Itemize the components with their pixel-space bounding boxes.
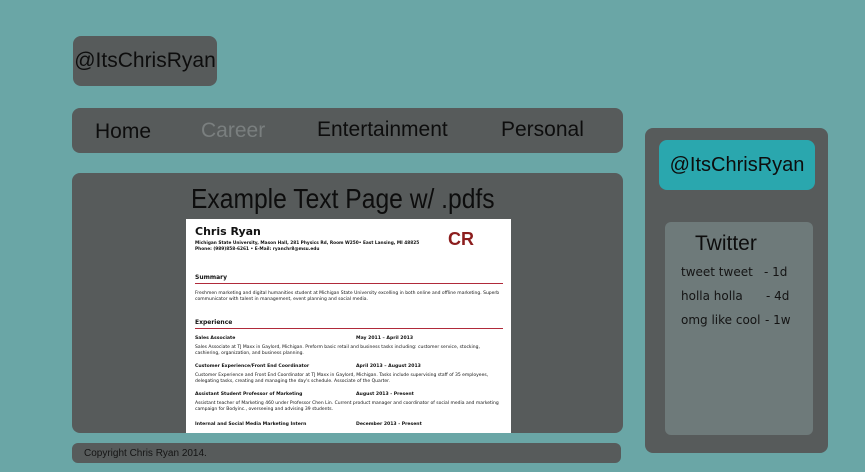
twitter-handle-button[interactable]: @ItsChrisRyan <box>659 140 815 190</box>
job-description: Sales Associate at TJ Maxx in Gaylord, M… <box>195 345 480 356</box>
job-description: Customer Experience and Front End Coordi… <box>195 373 489 384</box>
tweet-text: omg like cool <box>681 313 761 327</box>
resume-address: Michigan State University, Mason Hall, 2… <box>195 241 420 252</box>
tweet-age: - 4d <box>766 289 790 303</box>
job-dates: August 2013 - Present <box>356 392 414 397</box>
main-nav: Home Career Entertainment Personal <box>72 108 623 153</box>
job-dates: December 2013 - Present <box>356 422 422 427</box>
nav-career[interactable]: Career <box>201 119 265 143</box>
job-description: Assistant teacher of Marketing 460 under… <box>195 401 499 412</box>
resume-summary-heading: Summary <box>195 274 228 281</box>
job-dates: April 2013 – August 2013 <box>356 364 421 369</box>
logo-text: @ItsChrisRyan <box>74 49 216 72</box>
resume-divider <box>195 328 503 329</box>
twitter-feed-title: Twitter <box>695 232 757 255</box>
site-logo[interactable]: @ItsChrisRyan <box>73 36 217 86</box>
resume-monogram: CR <box>448 229 474 249</box>
footer: Copyright Chris Ryan 2014. <box>72 443 621 463</box>
content-panel: Example Text Page w/ .pdfs Chris Ryan Mi… <box>72 173 623 433</box>
job-title: Sales Associate <box>195 336 236 341</box>
tweet-age: - 1w <box>765 313 791 327</box>
resume-divider <box>195 283 503 284</box>
job-title: Customer Experience/Front End Coordinato… <box>195 364 310 369</box>
resume-experience-heading: Experience <box>195 319 233 326</box>
tweet-item[interactable]: tweet tweet - 1d <box>681 265 787 279</box>
tweet-text: tweet tweet <box>681 265 753 279</box>
twitter-handle-text: @ItsChrisRyan <box>669 153 805 176</box>
sidebar: @ItsChrisRyan Twitter tweet tweet - 1d h… <box>645 128 828 453</box>
page-title: Example Text Page w/ .pdfs <box>191 183 495 214</box>
job-dates: May 2011 – April 2013 <box>356 336 414 341</box>
resume-summary-text: Freshmen marketing and digital humanitie… <box>195 291 500 302</box>
nav-entertainment[interactable]: Entertainment <box>317 118 448 142</box>
twitter-feed: Twitter tweet tweet - 1d holla holla - 4… <box>665 222 813 435</box>
resume-name: Chris Ryan <box>195 225 261 238</box>
tweet-item[interactable]: omg like cool - 1w <box>681 313 791 327</box>
tweet-text: holla holla <box>681 289 743 303</box>
resume-pdf-viewer[interactable]: Chris Ryan Michigan State University, Ma… <box>186 219 511 433</box>
tweet-age: - 1d <box>764 265 788 279</box>
copyright-text: Copyright Chris Ryan 2014. <box>84 448 207 459</box>
tweet-item[interactable]: holla holla - 4d <box>681 289 789 303</box>
nav-home[interactable]: Home <box>95 120 151 144</box>
job-title: Internal and Social Media Marketing Inte… <box>195 422 307 427</box>
job-title: Assistant Student Professor of Marketing <box>195 392 303 397</box>
nav-personal[interactable]: Personal <box>501 118 584 142</box>
